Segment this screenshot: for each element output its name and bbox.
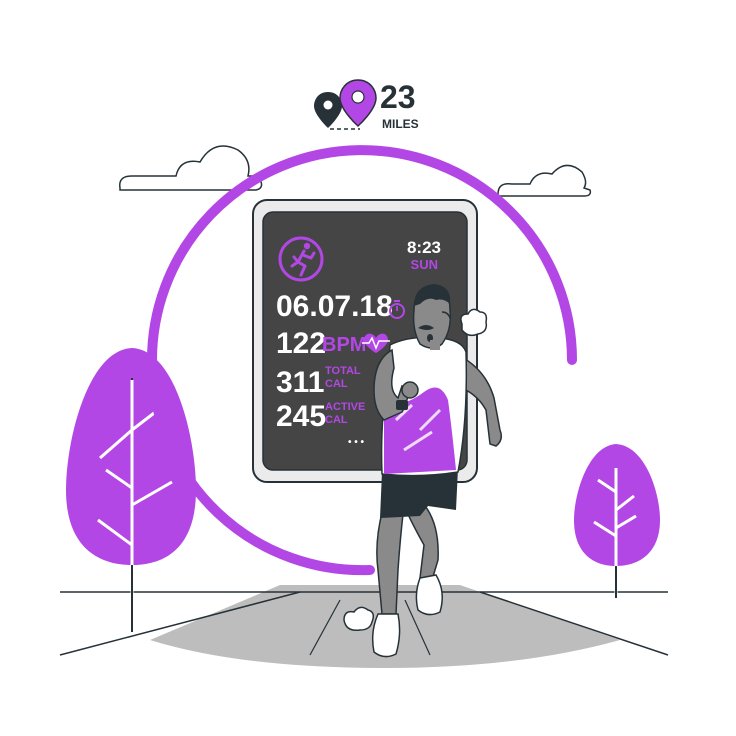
active-cal-value: 245 (276, 400, 326, 433)
distance-unit: MILES (382, 117, 419, 131)
watch-day: SUN (411, 257, 438, 272)
active-cal-label-1: ACTIVE (325, 401, 365, 413)
total-cal-label-1: TOTAL (325, 365, 361, 377)
location-pin-icon (314, 79, 377, 130)
more-dots: • • • (348, 437, 365, 448)
distance-value: 23 (380, 79, 416, 115)
total-cal-label-2: CAL (325, 378, 348, 390)
watch-time: 8:23 (407, 238, 441, 257)
tree-left (66, 348, 196, 632)
heart-rate-unit: BPM (322, 334, 366, 356)
heart-rate-value: 122 (276, 327, 326, 360)
running-illustration: 23 MILES 8:23 SUN 06.07.18 122 BPM 311 T… (59, 79, 669, 668)
total-cal-value: 311 (276, 366, 324, 399)
tree-right (574, 444, 660, 598)
active-cal-label-2: CAL (325, 414, 348, 426)
cloud-right (497, 164, 592, 197)
watch-duration: 06.07.18 (276, 290, 393, 323)
